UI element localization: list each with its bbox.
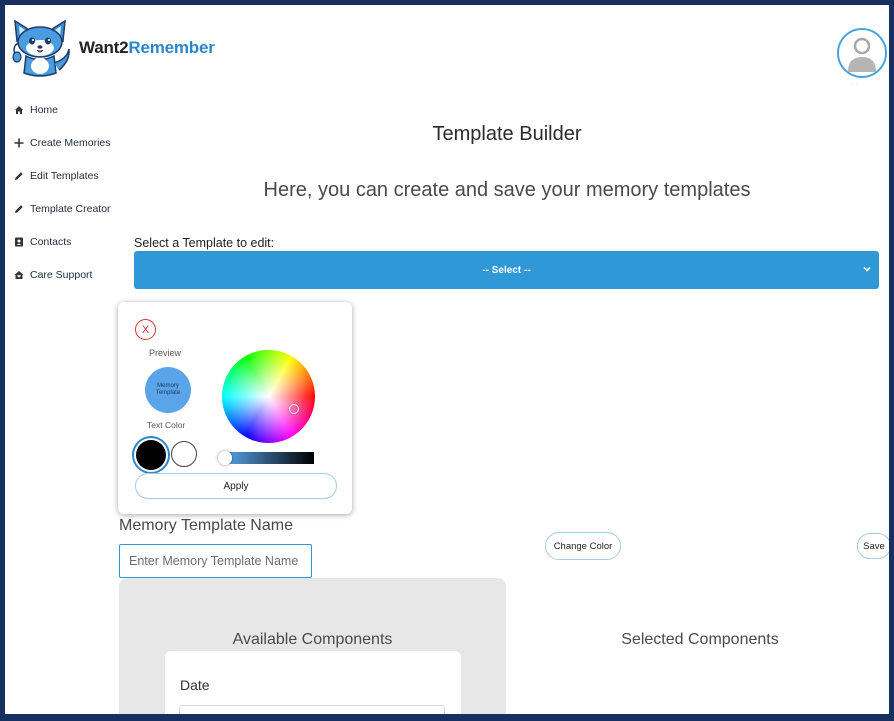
brightness-slider[interactable] xyxy=(218,451,314,465)
sidebar-item-label: Edit Templates xyxy=(30,169,99,182)
sidebar-item-edit-templates[interactable]: Edit Templates xyxy=(5,159,115,192)
user-icon xyxy=(848,37,876,72)
component-field xyxy=(179,705,445,714)
preview-circle: Memory Template xyxy=(145,367,191,413)
avatar-caption: ·· · xyxy=(850,81,858,87)
sidebar-item-label: Contacts xyxy=(30,235,72,248)
sidebar-item-contacts[interactable]: Contacts xyxy=(5,225,115,258)
template-select-label: Select a Template to edit: xyxy=(134,236,275,250)
template-name-input[interactable] xyxy=(119,544,312,578)
component-card-date[interactable]: Date xyxy=(165,651,461,714)
pencil-icon xyxy=(12,204,26,214)
home-icon xyxy=(12,105,26,115)
contact-card-icon xyxy=(12,237,26,247)
preview-label: Preview xyxy=(149,348,182,358)
brand-name: Want2Remember xyxy=(79,38,215,58)
component-name: Date xyxy=(180,677,210,693)
apply-button[interactable]: Apply xyxy=(135,473,337,499)
user-avatar[interactable] xyxy=(837,28,887,78)
brand-part1: Want2 xyxy=(79,38,129,57)
pencil-icon xyxy=(12,171,26,181)
brightness-slider-knob[interactable] xyxy=(218,451,232,465)
close-button[interactable]: X xyxy=(135,319,156,340)
text-color-white-swatch[interactable] xyxy=(171,441,197,467)
app-window: Want2Remember ·· · Home Create Memories xyxy=(5,5,889,714)
color-wheel[interactable] xyxy=(222,350,315,443)
save-button[interactable]: Save xyxy=(857,533,889,559)
color-picker-popup: X Preview Memory Template Text Color App… xyxy=(118,302,352,514)
template-select-value: -- Select -- xyxy=(482,264,531,276)
chevron-down-icon xyxy=(863,266,871,272)
sidebar-item-home[interactable]: Home xyxy=(5,93,115,126)
sidebar-item-template-creator[interactable]: Template Creator xyxy=(5,192,115,225)
available-components-panel: Available Components Date xyxy=(119,578,506,714)
text-color-black-swatch[interactable] xyxy=(136,440,166,470)
brand-part2: Remember xyxy=(128,38,215,57)
sidebar-item-label: Template Creator xyxy=(30,202,111,215)
sidebar-item-label: Home xyxy=(30,103,59,116)
logo[interactable]: Want2Remember xyxy=(9,15,215,79)
change-color-button[interactable]: Change Color xyxy=(545,532,621,560)
color-wheel-handle[interactable] xyxy=(289,404,299,414)
sidebar-item-care-support[interactable]: Care Support xyxy=(5,258,115,291)
sidebar-item-label: Care Support xyxy=(30,268,93,281)
template-name-label: Memory Template Name xyxy=(119,517,293,534)
close-icon: X xyxy=(141,323,150,336)
selected-components-title: Selected Components xyxy=(621,631,779,648)
home-heart-icon xyxy=(12,270,26,280)
template-select[interactable]: -- Select -- xyxy=(134,251,879,289)
page-title: Template Builder xyxy=(432,123,582,145)
fox-mascot-logo xyxy=(12,19,70,77)
page-subtitle: Here, you can create and save your memor… xyxy=(263,179,751,201)
available-components-title: Available Components xyxy=(232,631,393,648)
text-color-label: Text Color xyxy=(147,420,186,430)
preview-text: Memory Template xyxy=(155,382,181,396)
